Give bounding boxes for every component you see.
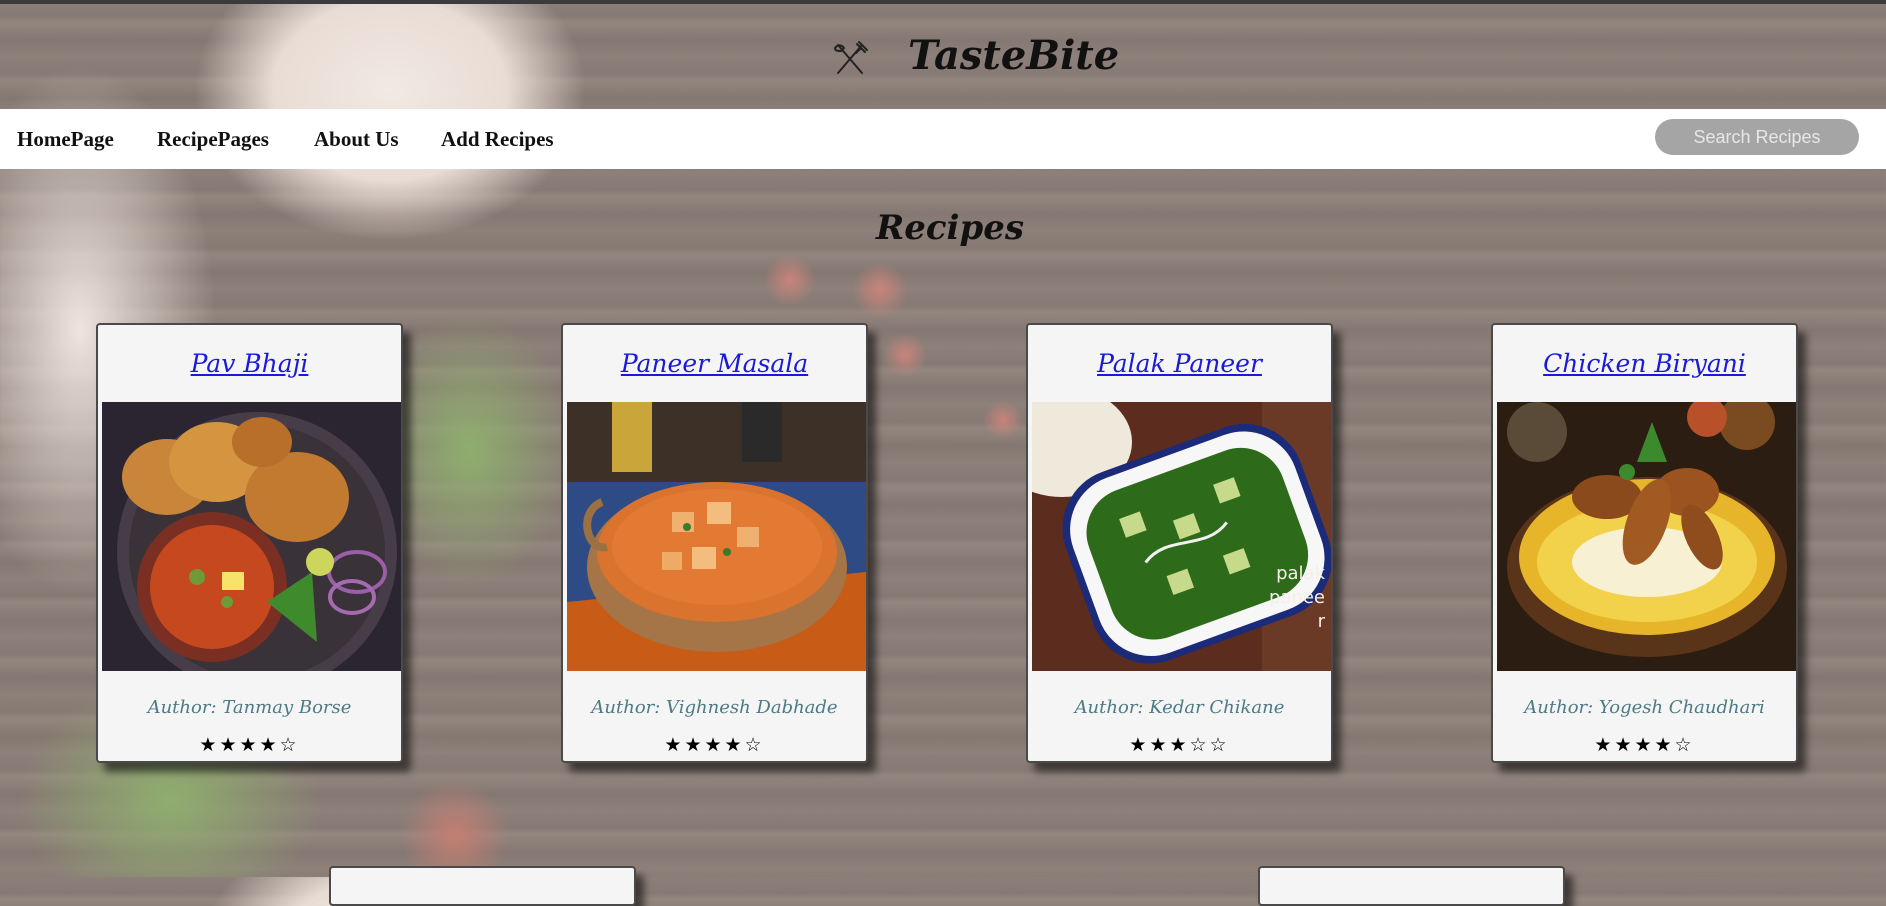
recipe-author: Author: Yogesh Chaudhari [1524, 697, 1765, 718]
star-rating: ★★★★☆ [1594, 734, 1695, 756]
star-rating: ★★★☆☆ [1129, 734, 1230, 756]
main-nav: HomePage RecipePages About Us Add Recipe… [0, 109, 1886, 169]
recipe-title-link[interactable]: Pav Bhaji [98, 349, 401, 378]
recipe-card-partial[interactable] [1258, 866, 1565, 906]
fork-knife-icon [833, 41, 868, 74]
recipe-card[interactable]: Paneer Masala Author: Vighnesh Dabhade ★… [561, 323, 868, 763]
image-caption: palak paneer [1268, 563, 1325, 632]
recipe-author: Author: Kedar Chikane [1074, 697, 1285, 718]
search-input[interactable] [1655, 119, 1859, 155]
recipe-author: Author: Vighnesh Dabhade [591, 697, 838, 718]
nav-add-recipes[interactable]: Add Recipes [441, 127, 554, 152]
recipe-card-partial[interactable] [329, 866, 636, 906]
recipe-title-link[interactable]: Paneer Masala [563, 349, 866, 378]
recipe-card[interactable]: Palak Paneer palak paneer Author: Kedar … [1026, 323, 1333, 763]
recipe-image[interactable] [1497, 402, 1796, 671]
nav-homepage[interactable]: HomePage [17, 127, 114, 152]
nav-recipepages[interactable]: RecipePages [157, 127, 269, 152]
recipe-card[interactable]: Chicken Biryani Author: Yogesh Chaudhari… [1491, 323, 1798, 763]
recipe-card[interactable]: Pav Bhaji Author: Tanmay Borse ★★★★☆ [96, 323, 403, 763]
recipe-image[interactable] [567, 402, 866, 671]
recipe-image[interactable] [102, 402, 401, 671]
star-rating: ★★★★☆ [199, 734, 300, 756]
nav-about-us[interactable]: About Us [314, 127, 399, 152]
star-rating: ★★★★☆ [664, 734, 765, 756]
recipe-title-link[interactable]: Palak Paneer [1028, 349, 1331, 378]
recipe-image[interactable]: palak paneer [1032, 402, 1331, 671]
site-title: TasteBite [908, 32, 1120, 79]
section-title: Recipes [875, 208, 1025, 248]
site-header: TasteBite [0, 4, 1886, 109]
recipe-title-link[interactable]: Chicken Biryani [1493, 349, 1796, 378]
recipe-author: Author: Tanmay Borse [147, 697, 352, 718]
